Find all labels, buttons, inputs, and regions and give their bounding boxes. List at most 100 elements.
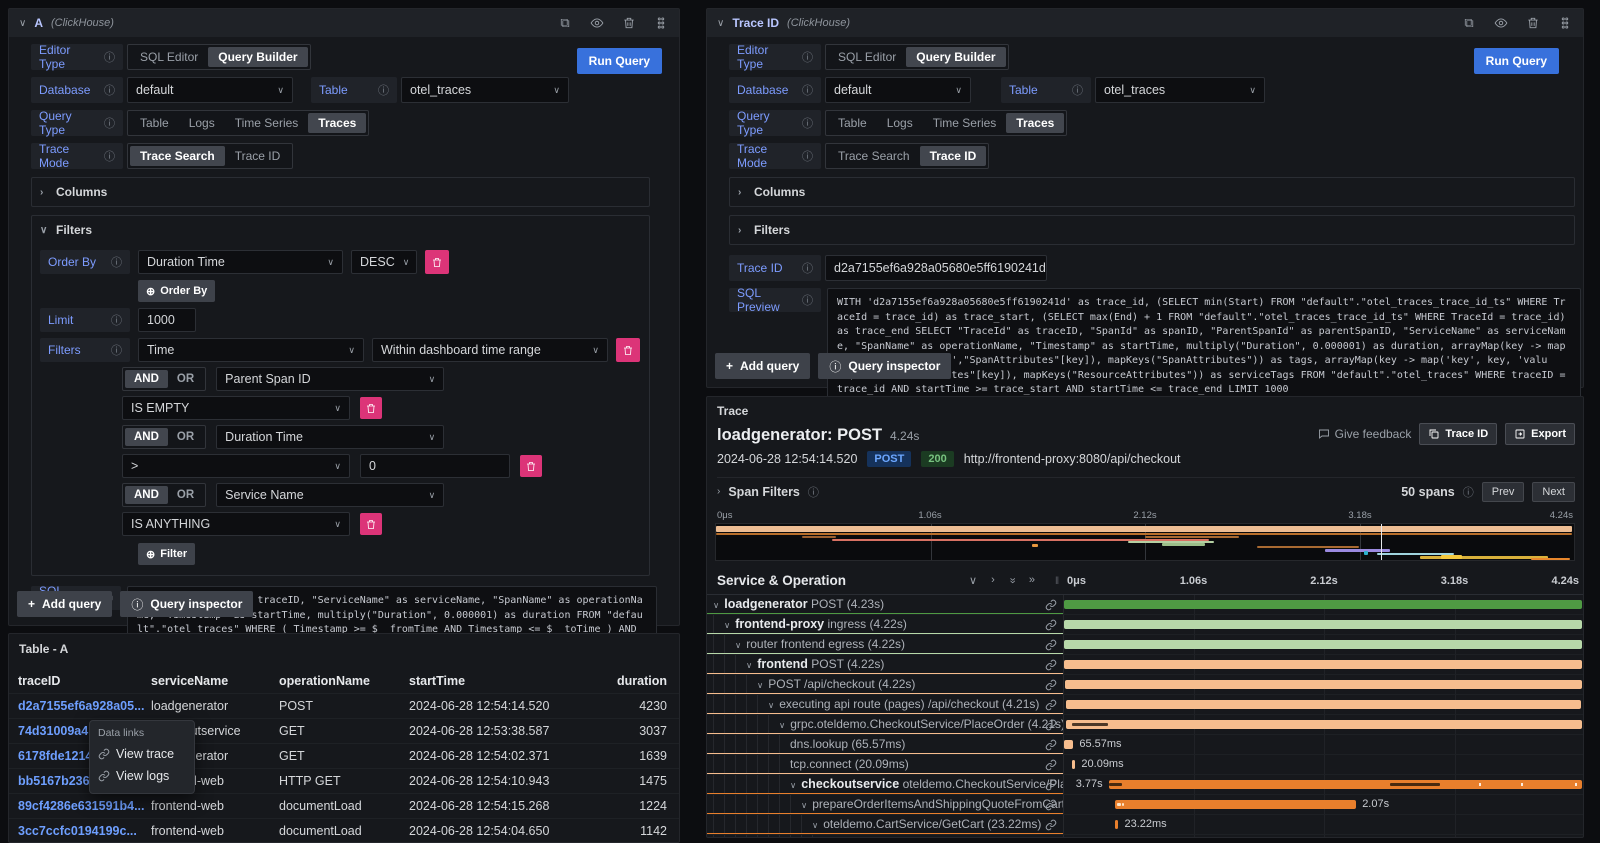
- span-collapse-icon[interactable]: ∨: [801, 800, 807, 810]
- remove-order-by-button[interactable]: [425, 250, 449, 274]
- database-select[interactable]: default∨: [127, 77, 293, 103]
- span-timeline-cell[interactable]: [1063, 835, 1583, 837]
- filters-section-header[interactable]: ∨Filters: [40, 222, 641, 238]
- columns-section[interactable]: ›Columns: [31, 177, 650, 207]
- span-timeline-cell[interactable]: [1063, 715, 1583, 734]
- span-name-cell[interactable]: ∨frontend-proxy ingress (4.22s): [707, 615, 1063, 634]
- info-icon[interactable]: ⓘ: [104, 49, 115, 65]
- query-inspector-button[interactable]: ⓘQuery inspector: [818, 353, 951, 379]
- info-icon[interactable]: ⓘ: [1463, 484, 1474, 500]
- span-duration-bar[interactable]: [1109, 780, 1582, 789]
- table-select[interactable]: otel_traces∨: [1095, 77, 1265, 103]
- add-filter-button[interactable]: ⊕Filter: [138, 543, 195, 565]
- span-timeline-cell[interactable]: [1063, 655, 1583, 674]
- info-icon[interactable]: ⓘ: [802, 260, 813, 276]
- condition-operator-select[interactable]: IS ANYTHING∨: [122, 512, 350, 536]
- span-name-cell[interactable]: ∨grpc.oteldemo.CheckoutService/PlaceOrde…: [707, 715, 1063, 734]
- span-row[interactable]: ∨loadgenerator POST (4.23s): [707, 595, 1583, 615]
- info-icon[interactable]: ⓘ: [111, 312, 122, 328]
- run-query-button[interactable]: Run Query: [577, 48, 662, 74]
- sql-editor-option[interactable]: SQL Editor: [828, 47, 906, 67]
- link-icon[interactable]: [1045, 599, 1057, 611]
- span-duration-bar[interactable]: [1115, 800, 1356, 809]
- span-name-cell[interactable]: ∨cartservice POST /oteldemo.CartService/…: [707, 835, 1063, 837]
- span-duration-bar[interactable]: [1066, 700, 1581, 709]
- info-icon[interactable]: ⓘ: [104, 82, 115, 98]
- trace-mode-toggle[interactable]: Trace Search Trace ID: [127, 143, 293, 169]
- sql-editor-option[interactable]: SQL Editor: [130, 47, 208, 67]
- trace-id-option[interactable]: Trace ID: [225, 146, 291, 166]
- trace-id-link[interactable]: 3cc7ccfc0194199c...: [18, 824, 151, 838]
- export-button[interactable]: Export: [1505, 423, 1575, 445]
- span-name-cell[interactable]: ∨prepareOrderItemsAndShippingQuoteFromCa…: [707, 795, 1063, 814]
- info-icon[interactable]: ⓘ: [808, 484, 819, 500]
- trace-search-option[interactable]: Trace Search: [130, 146, 225, 166]
- span-duration-bar[interactable]: [1065, 680, 1582, 689]
- query-type-logs[interactable]: Logs: [179, 113, 225, 133]
- remove-condition-button[interactable]: [360, 513, 382, 535]
- span-collapse-icon[interactable]: ∨: [779, 720, 785, 730]
- span-duration-bar[interactable]: [1064, 740, 1073, 749]
- chevron-right-icon[interactable]: ›: [717, 486, 720, 497]
- filter-field-select[interactable]: Time∨: [138, 338, 364, 362]
- give-feedback-button[interactable]: Give feedback: [1318, 427, 1412, 441]
- link-icon[interactable]: [1045, 659, 1057, 671]
- span-name-cell[interactable]: ∨checkoutservice oteldemo.CheckoutServic…: [707, 775, 1063, 794]
- minimap-cursor[interactable]: [1381, 524, 1382, 560]
- editor-type-toggle[interactable]: SQL Editor Query Builder: [825, 44, 1009, 70]
- span-row[interactable]: tcp.connect (20.09ms)20.09ms: [707, 755, 1583, 775]
- span-name-cell[interactable]: ∨loadgenerator POST (4.23s): [707, 595, 1063, 614]
- span-name-cell[interactable]: ∨oteldemo.CartService/GetCart (23.22ms): [707, 815, 1063, 834]
- span-timeline-cell[interactable]: 3.77s: [1063, 775, 1583, 794]
- info-icon[interactable]: ⓘ: [111, 342, 122, 358]
- add-query-button[interactable]: +Add query: [715, 353, 810, 379]
- next-span-button[interactable]: Next: [1532, 482, 1575, 502]
- or-option[interactable]: OR: [168, 486, 203, 504]
- span-row[interactable]: ∨frontend-proxy ingress (4.22s): [707, 615, 1583, 635]
- info-icon[interactable]: ⓘ: [802, 292, 813, 308]
- link-icon[interactable]: [1045, 819, 1057, 831]
- join-toggle[interactable]: ANDOR: [122, 425, 206, 449]
- span-filters-label[interactable]: Span Filters: [728, 485, 800, 499]
- link-icon[interactable]: [1045, 799, 1057, 811]
- link-icon[interactable]: [1045, 759, 1057, 771]
- col-traceid[interactable]: traceID: [18, 674, 151, 688]
- trace-id-link[interactable]: d2a7155ef6a928a05...: [18, 699, 151, 713]
- query-type-timeseries[interactable]: Time Series: [225, 113, 309, 133]
- span-name-cell[interactable]: ∨frontend POST (4.22s): [707, 655, 1063, 674]
- span-name-cell[interactable]: ∨POST /api/checkout (4.22s): [707, 675, 1063, 694]
- span-name-cell[interactable]: dns.lookup (65.57ms): [707, 735, 1063, 754]
- info-icon[interactable]: ⓘ: [378, 82, 389, 98]
- span-timeline-cell[interactable]: [1063, 635, 1583, 654]
- chevron-right-icon[interactable]: ›: [738, 187, 746, 198]
- span-collapse-icon[interactable]: ∨: [713, 600, 719, 610]
- order-by-direction-select[interactable]: DESC∨: [351, 250, 417, 274]
- add-order-by-button[interactable]: ⊕Order By: [138, 280, 215, 302]
- view-logs-link[interactable]: View logs: [98, 765, 186, 787]
- info-icon[interactable]: ⓘ: [104, 148, 115, 164]
- trace-id-link[interactable]: 89cf4286e631591b4...: [18, 799, 151, 813]
- collapse-chevron-icon[interactable]: ∨: [19, 18, 26, 29]
- link-icon[interactable]: [1045, 739, 1057, 751]
- or-option[interactable]: OR: [168, 428, 203, 446]
- span-row[interactable]: ∨checkoutservice oteldemo.CheckoutServic…: [707, 775, 1583, 795]
- span-duration-bar[interactable]: [1064, 660, 1582, 669]
- col-servicename[interactable]: serviceName: [151, 674, 279, 688]
- link-icon[interactable]: [1045, 619, 1057, 631]
- span-row[interactable]: ∨oteldemo.CartService/GetCart (23.22ms)2…: [707, 815, 1583, 835]
- span-row[interactable]: ∨prepareOrderItemsAndShippingQuoteFromCa…: [707, 795, 1583, 815]
- filters-section[interactable]: ›Filters: [729, 215, 1575, 245]
- query-builder-option[interactable]: Query Builder: [906, 47, 1005, 67]
- link-icon[interactable]: [1045, 639, 1057, 651]
- span-collapse-icon[interactable]: ∨: [735, 640, 741, 650]
- query-type-table[interactable]: Table: [130, 113, 179, 133]
- filter-value-select[interactable]: Within dashboard time range∨: [372, 338, 608, 362]
- condition-field-select[interactable]: Duration Time∨: [216, 425, 444, 449]
- span-row[interactable]: ∨router frontend egress (4.22s): [707, 635, 1583, 655]
- span-collapse-icon[interactable]: ∨: [724, 620, 730, 630]
- span-duration-bar[interactable]: [1064, 620, 1582, 629]
- query-inspector-button[interactable]: ⓘQuery inspector: [120, 591, 253, 617]
- query-header-traceid[interactable]: ∨ Trace ID (ClickHouse) ⧉: [707, 9, 1583, 37]
- span-row[interactable]: ∨executing api route (pages) /api/checko…: [707, 695, 1583, 715]
- collapse-chevron-icon[interactable]: ∨: [717, 18, 724, 29]
